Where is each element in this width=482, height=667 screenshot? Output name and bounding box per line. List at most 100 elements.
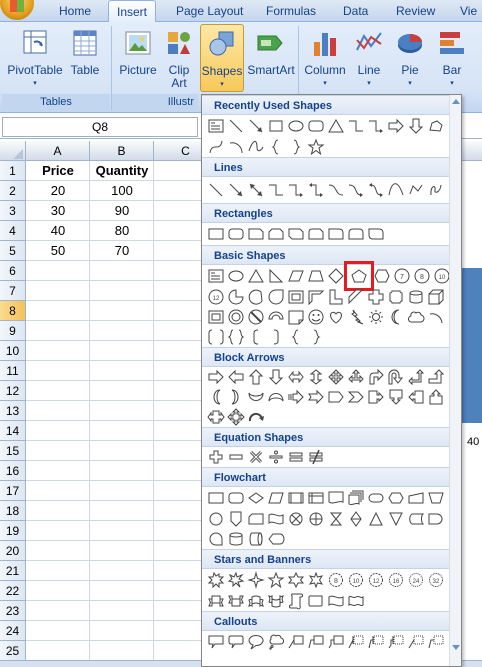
double-bracket-icon[interactable] <box>206 327 226 347</box>
line-callout-1-no-border-icon[interactable] <box>406 632 426 652</box>
tab-formulas[interactable]: Formulas <box>266 4 316 18</box>
smiley-face-icon[interactable] <box>306 307 326 327</box>
office-button[interactable] <box>0 0 34 20</box>
table-cell[interactable]: 30 <box>26 201 90 221</box>
notched-right-arrow-icon[interactable] <box>306 387 326 407</box>
row-header[interactable]: 18 <box>0 501 26 521</box>
up-down-arrow-icon[interactable] <box>306 367 326 387</box>
curved-double-arrow-icon[interactable] <box>366 180 386 200</box>
quad-arrow-icon[interactable] <box>326 367 346 387</box>
text-box-icon[interactable] <box>206 116 226 136</box>
left-right-arrow-callout-icon[interactable] <box>206 407 226 427</box>
round-diagonal-rectangle-icon[interactable] <box>366 224 386 244</box>
process-icon[interactable] <box>206 488 226 508</box>
table-button[interactable]: Table <box>66 24 104 77</box>
table-cell[interactable]: 90 <box>90 201 154 221</box>
tab-insert[interactable]: Insert <box>108 0 157 23</box>
scribble-icon[interactable] <box>426 180 446 200</box>
folded-corner-icon[interactable] <box>286 307 306 327</box>
row-header-selected[interactable]: 8 <box>0 301 26 321</box>
down-ribbon-icon[interactable] <box>226 591 246 611</box>
row-header[interactable]: 21 <box>0 561 26 581</box>
table-cell[interactable]: 70 <box>90 241 154 261</box>
moon-icon[interactable] <box>386 307 406 327</box>
lightning-bolt-icon[interactable] <box>346 307 366 327</box>
punched-tape-icon[interactable] <box>266 509 286 529</box>
gallery-scrollbar[interactable] <box>449 95 461 666</box>
curved-arrow-connector-icon[interactable] <box>346 180 366 200</box>
freeform-icon[interactable] <box>406 180 426 200</box>
row-header[interactable]: 12 <box>0 381 26 401</box>
right-brace-icon[interactable] <box>286 137 306 157</box>
table-header-cell[interactable]: Quantity <box>90 161 154 181</box>
double-wave-icon[interactable] <box>346 591 366 611</box>
16-point-star-icon[interactable]: 16 <box>386 570 406 590</box>
half-frame-icon[interactable] <box>306 287 326 307</box>
double-brace-icon[interactable] <box>226 327 246 347</box>
curved-up-ribbon-icon[interactable] <box>246 591 266 611</box>
line-callout-1-icon[interactable] <box>286 632 306 652</box>
elbow-connector-icon[interactable] <box>266 180 286 200</box>
minus-icon[interactable] <box>226 447 246 467</box>
horizontal-scroll-icon[interactable] <box>306 591 326 611</box>
cube-icon[interactable] <box>426 287 446 307</box>
table-header-cell[interactable]: Price <box>26 161 90 181</box>
not-equal-icon[interactable] <box>306 447 326 467</box>
left-arrow-callout-icon[interactable] <box>406 387 426 407</box>
column-header-b[interactable]: B <box>90 141 154 161</box>
rectangle-icon[interactable] <box>206 224 226 244</box>
8-point-star-icon[interactable]: 8 <box>326 570 346 590</box>
teardrop-icon[interactable] <box>266 287 286 307</box>
curved-right-arrow-icon[interactable] <box>206 387 226 407</box>
or-icon[interactable] <box>306 509 326 529</box>
scroll-down-icon[interactable] <box>452 645 460 650</box>
donut-icon[interactable] <box>226 307 246 327</box>
arc-icon[interactable] <box>426 307 446 327</box>
32-point-star-icon[interactable]: 32 <box>426 570 446 590</box>
sequential-access-storage-icon[interactable] <box>206 529 226 549</box>
select-all-corner[interactable] <box>0 141 26 161</box>
star-icon[interactable] <box>306 137 326 157</box>
curved-left-arrow-icon[interactable] <box>226 387 246 407</box>
trapezoid-icon[interactable] <box>306 266 326 286</box>
arrow-line-icon[interactable] <box>226 180 246 200</box>
octagon-icon[interactable]: 8 <box>412 266 432 286</box>
data-icon[interactable] <box>266 488 286 508</box>
line-callout-2-icon[interactable] <box>306 632 326 652</box>
text-box-icon[interactable] <box>206 266 226 286</box>
curved-down-arrow-icon[interactable] <box>266 387 286 407</box>
tab-data[interactable]: Data <box>343 4 368 18</box>
curve-icon[interactable] <box>386 180 406 200</box>
pie-chart-button[interactable]: Pie ▾ <box>392 24 428 90</box>
manual-input-icon[interactable] <box>406 488 426 508</box>
heart-icon[interactable] <box>326 307 346 327</box>
name-box[interactable]: Q8 <box>2 117 198 137</box>
magnetic-disk-icon[interactable] <box>226 529 246 549</box>
row-header[interactable]: 23 <box>0 601 26 621</box>
elbow-connector-icon[interactable] <box>346 116 366 136</box>
stored-data-icon[interactable] <box>406 509 426 529</box>
cloud-callout-icon[interactable] <box>266 632 286 652</box>
shapes-button[interactable]: Shapes ▾ <box>200 24 244 92</box>
curve-icon[interactable] <box>206 137 226 157</box>
up-arrow-icon[interactable] <box>246 367 266 387</box>
freeform-icon[interactable] <box>426 116 446 136</box>
wave-icon[interactable] <box>326 591 346 611</box>
decision-icon[interactable] <box>246 488 266 508</box>
no-symbol-icon[interactable] <box>246 307 266 327</box>
row-header[interactable]: 6 <box>0 261 26 281</box>
frame-icon[interactable] <box>286 287 306 307</box>
column-chart-button[interactable]: Column ▾ <box>302 24 348 90</box>
vertical-scroll-icon[interactable] <box>286 591 306 611</box>
left-brace-icon[interactable] <box>286 327 306 347</box>
tab-home[interactable]: Home <box>59 4 91 18</box>
striped-right-arrow-icon[interactable] <box>286 387 306 407</box>
curved-up-arrow-icon[interactable] <box>246 387 266 407</box>
left-up-arrow-icon[interactable] <box>406 367 426 387</box>
7-point-star-icon[interactable] <box>306 570 326 590</box>
bent-up-arrow-icon[interactable] <box>426 367 446 387</box>
double-arrow-line-icon[interactable] <box>246 180 266 200</box>
picture-button[interactable]: Picture <box>116 24 160 77</box>
line-callout-1-accent-bar-icon[interactable] <box>346 632 366 652</box>
line-icon[interactable] <box>206 180 226 200</box>
